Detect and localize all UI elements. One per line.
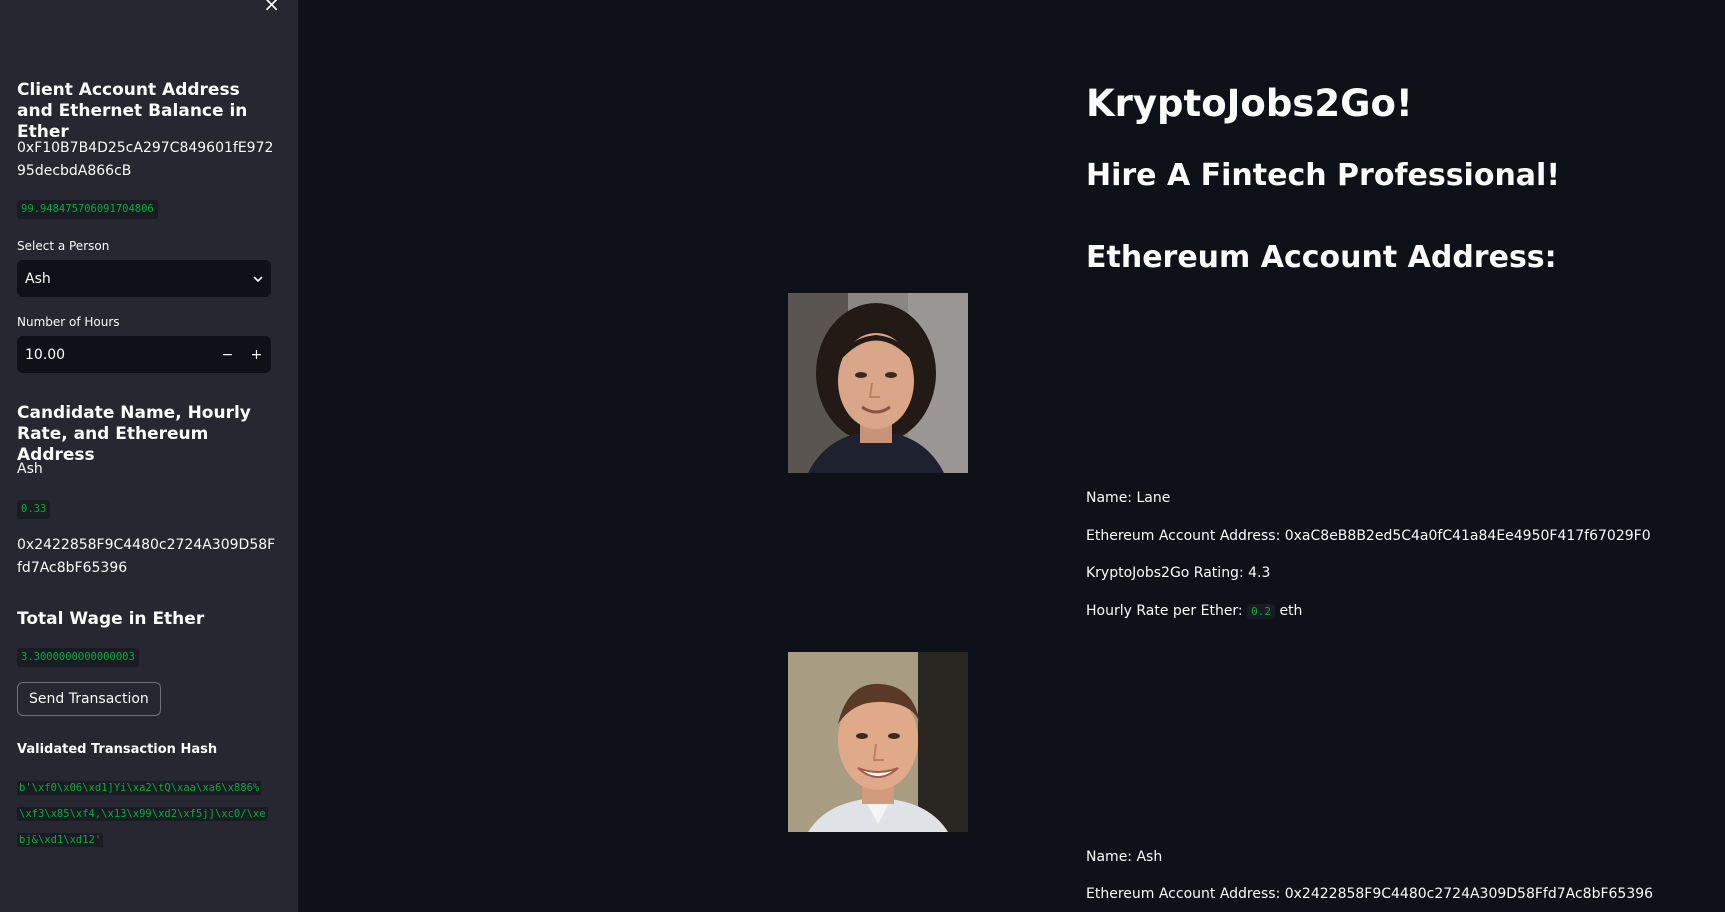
- hours-value[interactable]: 10.00: [25, 347, 213, 363]
- hours-increment-button[interactable]: +: [242, 336, 271, 373]
- candidate-address: 0x2422858F9C4480c2724A309D58Ffd7Ac8bF653…: [17, 537, 276, 576]
- transaction-hash: b'\xf0\x06\xd1]Yi\xa2\tQ\xaa\xa6\x886%\x…: [17, 781, 268, 847]
- candidate-address-lane: Ethereum Account Address: 0xaC8eB8B2ed5C…: [1086, 528, 1651, 544]
- sidebar: × Client Account Address and Ethernet Ba…: [0, 0, 298, 912]
- section-heading: Ethereum Account Address:: [1086, 240, 1557, 275]
- candidate-rating-lane: KryptoJobs2Go Rating: 4.3: [1086, 565, 1271, 581]
- close-sidebar-icon[interactable]: ×: [263, 0, 280, 14]
- send-transaction-button[interactable]: Send Transaction: [17, 682, 161, 716]
- hours-input[interactable]: 10.00 − +: [17, 336, 271, 373]
- hash-container: b'\xf0\x06\xd1]Yi\xa2\tQ\xaa\xa6\x886%\x…: [17, 774, 271, 852]
- main-content: KryptoJobs2Go! Hire A Fintech Profession…: [298, 0, 1725, 912]
- wage-value: 3.3000000000000003: [17, 648, 139, 667]
- rate-value: 0.2: [1247, 604, 1275, 619]
- page-title: KryptoJobs2Go!: [1086, 82, 1413, 125]
- person-select-label: Select a Person: [17, 239, 110, 253]
- chevron-down-icon: [253, 275, 263, 282]
- person-select[interactable]: Ash: [17, 260, 271, 297]
- account-address: 0xF10B7B4D25cA297C849601fE97295decbdA866…: [17, 140, 274, 179]
- candidate-rate-lane: Hourly Rate per Ether: 0.2 eth: [1086, 601, 1302, 622]
- candidate-photo-ash: [788, 652, 968, 832]
- page-subtitle: Hire A Fintech Professional!: [1086, 158, 1561, 193]
- candidate-name-lane: Name: Lane: [1086, 490, 1171, 506]
- rate-suffix: eth: [1279, 603, 1303, 619]
- hours-label: Number of Hours: [17, 315, 120, 329]
- account-heading: Client Account Address and Ethernet Bala…: [17, 80, 248, 142]
- candidate-rate: 0.33: [17, 500, 51, 519]
- rate-prefix: Hourly Rate per Ether:: [1086, 603, 1243, 619]
- person-select-value: Ash: [25, 270, 51, 287]
- candidate-address-ash: Ethereum Account Address: 0x2422858F9C44…: [1086, 886, 1654, 902]
- hours-decrement-button[interactable]: −: [213, 336, 242, 373]
- account-balance: 99.948475706091704806: [17, 200, 158, 219]
- candidate-heading: Candidate Name, Hourly Rate, and Ethereu…: [17, 403, 251, 465]
- candidate-photo-lane: [788, 293, 968, 473]
- hash-heading: Validated Transaction Hash: [17, 742, 218, 757]
- app: × Client Account Address and Ethernet Ba…: [0, 0, 1725, 912]
- candidate-name: Ash: [17, 461, 43, 477]
- wage-heading: Total Wage in Ether: [17, 609, 205, 629]
- candidate-name-ash: Name: Ash: [1086, 849, 1163, 865]
